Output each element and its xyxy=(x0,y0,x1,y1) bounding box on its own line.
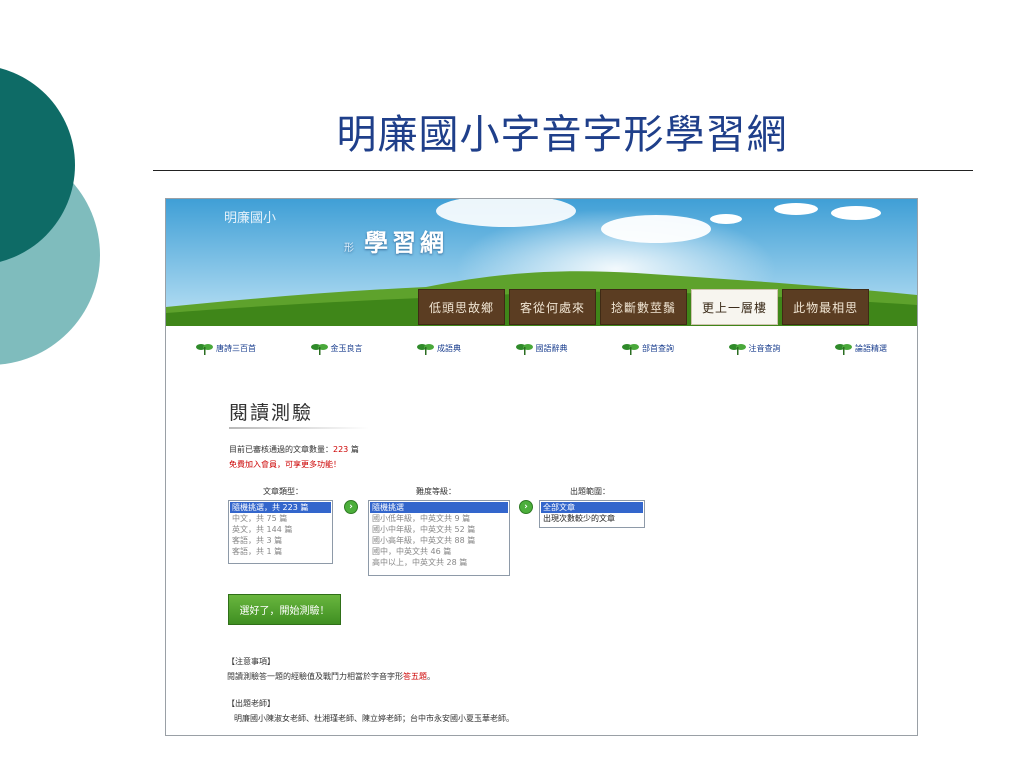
sprout-icon xyxy=(515,344,533,355)
next-arrow-icon: › xyxy=(344,500,358,514)
question-range-select[interactable]: 全部文章 出現次數較少的文章 xyxy=(539,500,645,528)
teachers-text: 明廉國小陳淑女老師、杜湘瑾老師、陳立婷老師；台中市永安國小夏玉華老師。 xyxy=(234,714,514,723)
quick-link-2[interactable]: 金玉良言 xyxy=(310,336,363,360)
site-header: 明廉國小 形學習網 低頭思故鄉 客從何處來 捻斷數莖鬚 更上一層樓 此物最相思 xyxy=(166,199,917,326)
quick-link-label: 成語典 xyxy=(437,343,461,353)
start-test-button[interactable]: 選好了，開始測驗！ xyxy=(228,594,341,625)
notes-text-highlight: 答五題 xyxy=(403,672,427,681)
option[interactable]: 國小低年級，中英文共 9 篇 xyxy=(370,513,508,524)
type-label: 文章類型： xyxy=(263,487,303,496)
option[interactable]: 客語，共 1 篇 xyxy=(230,546,331,557)
sprout-icon xyxy=(622,344,639,355)
difficulty-select[interactable]: 隨機挑選 國小低年級，中英文共 9 篇 國小中年級，中英文共 52 篇 國小高年… xyxy=(368,500,510,576)
main-nav: 低頭思故鄉 客從何處來 捻斷數莖鬚 更上一層樓 此物最相思 xyxy=(418,289,870,325)
option[interactable]: 英文，共 144 篇 xyxy=(230,524,331,535)
cloud xyxy=(831,206,881,220)
article-count: 目前已審核通過的文章數量：223 篇 xyxy=(229,444,359,455)
quick-link-label: 唐詩三百首 xyxy=(216,343,256,353)
option[interactable]: 隨機挑選，共 223 篇 xyxy=(230,502,331,513)
article-count-value: 223 xyxy=(333,445,349,454)
option[interactable]: 隨機挑選 xyxy=(370,502,508,513)
nav-tab-1[interactable]: 低頭思故鄉 xyxy=(418,289,506,325)
logo-main-text: 學習網 xyxy=(364,228,448,257)
quick-link-3[interactable]: 成語典 xyxy=(417,336,461,360)
member-promo-text: ，可享更多功能！ xyxy=(277,460,341,469)
logo-small-char: 形 xyxy=(344,243,358,254)
article-count-unit: 篇 xyxy=(348,445,359,454)
option[interactable]: 客語，共 3 篇 xyxy=(230,535,331,546)
quick-link-label: 部首查詢 xyxy=(642,343,674,353)
article-type-select[interactable]: 隨機挑選，共 223 篇 中文，共 75 篇 英文，共 144 篇 客語，共 3… xyxy=(228,500,333,564)
option[interactable]: 國中，中英文共 46 篇 xyxy=(370,546,508,557)
nav-tab-2[interactable]: 客從何處來 xyxy=(509,289,597,325)
article-count-label: 目前已審核通過的文章數量： xyxy=(229,445,333,454)
section-title-underline xyxy=(229,427,369,429)
cloud xyxy=(774,203,818,215)
quick-link-label: 論語精選 xyxy=(855,343,887,353)
option[interactable]: 高中以上，中英文共 28 篇 xyxy=(370,557,508,568)
option[interactable]: 國小高年級，中英文共 88 篇 xyxy=(370,535,508,546)
cloud xyxy=(710,214,742,224)
nav-tab-4[interactable]: 更上一層樓 xyxy=(691,289,779,325)
quick-link-1[interactable]: 唐詩三百首 xyxy=(196,336,256,360)
sprout-icon xyxy=(196,344,213,355)
quick-link-7[interactable]: 論語精選 xyxy=(835,336,887,360)
option[interactable]: 國小中年級，中英文共 52 篇 xyxy=(370,524,508,535)
page-body: 唐詩三百首 金玉良言 成語典 國語辭典 部首查詢 注音查詢 論語精選 閱讀測驗 … xyxy=(186,326,897,735)
teachers-heading: 【出題老師】 xyxy=(227,699,275,708)
quick-link-label: 國語辭典 xyxy=(535,343,568,353)
quick-link-6[interactable]: 注音查詢 xyxy=(728,336,781,360)
option[interactable]: 中文，共 75 篇 xyxy=(230,513,331,524)
notes-text-end: 。 xyxy=(427,672,435,681)
nav-tab-3[interactable]: 捻斷數莖鬚 xyxy=(600,289,688,325)
cloud xyxy=(601,215,711,243)
notes-text: 閱讀測驗答一題的經驗值及戰鬥力相當於字音字形答五題。 xyxy=(227,671,435,682)
range-label: 出題範圍： xyxy=(570,487,610,496)
notes-text-main: 閱讀測驗答一題的經驗值及戰鬥力相當於字音字形 xyxy=(227,672,403,681)
next-arrow-icon: › xyxy=(519,500,533,514)
quick-link-5[interactable]: 部首查詢 xyxy=(622,336,674,360)
quick-link-4[interactable]: 國語辭典 xyxy=(515,336,568,360)
slide-title: 明廉國小字音字形學習網 xyxy=(336,112,788,158)
quick-link-label: 金玉良言 xyxy=(330,343,363,353)
option[interactable]: 全部文章 xyxy=(541,502,643,513)
sprout-icon xyxy=(310,344,328,355)
quick-links: 唐詩三百首 金玉良言 成語典 國語辭典 部首查詢 注音查詢 論語精選 xyxy=(186,336,897,360)
level-label: 難度等級： xyxy=(416,487,456,496)
decorative-circle-light xyxy=(0,145,100,365)
logo-school-name: 明廉國小 xyxy=(224,211,277,226)
notes-heading: 【注意事項】 xyxy=(227,657,275,666)
member-promo: 免費加入會員，可享更多功能！ xyxy=(229,459,341,470)
site-logo[interactable]: 形學習網 xyxy=(344,223,448,258)
nav-tab-5[interactable]: 此物最相思 xyxy=(782,289,870,325)
sprout-icon xyxy=(417,344,434,355)
option[interactable]: 出現次數較少的文章 xyxy=(541,513,643,524)
website-screenshot: 明廉國小 形學習網 低頭思故鄉 客從何處來 捻斷數莖鬚 更上一層樓 此物最相思 … xyxy=(165,198,918,736)
decorative-circle-dark xyxy=(0,68,75,262)
sprout-icon xyxy=(728,344,746,355)
title-divider xyxy=(153,170,973,171)
quick-link-label: 注音查詢 xyxy=(748,343,781,353)
sprout-icon xyxy=(835,344,852,355)
section-title: 閱讀測驗 xyxy=(229,402,314,424)
member-signup-link[interactable]: 免費加入會員 xyxy=(229,460,277,469)
